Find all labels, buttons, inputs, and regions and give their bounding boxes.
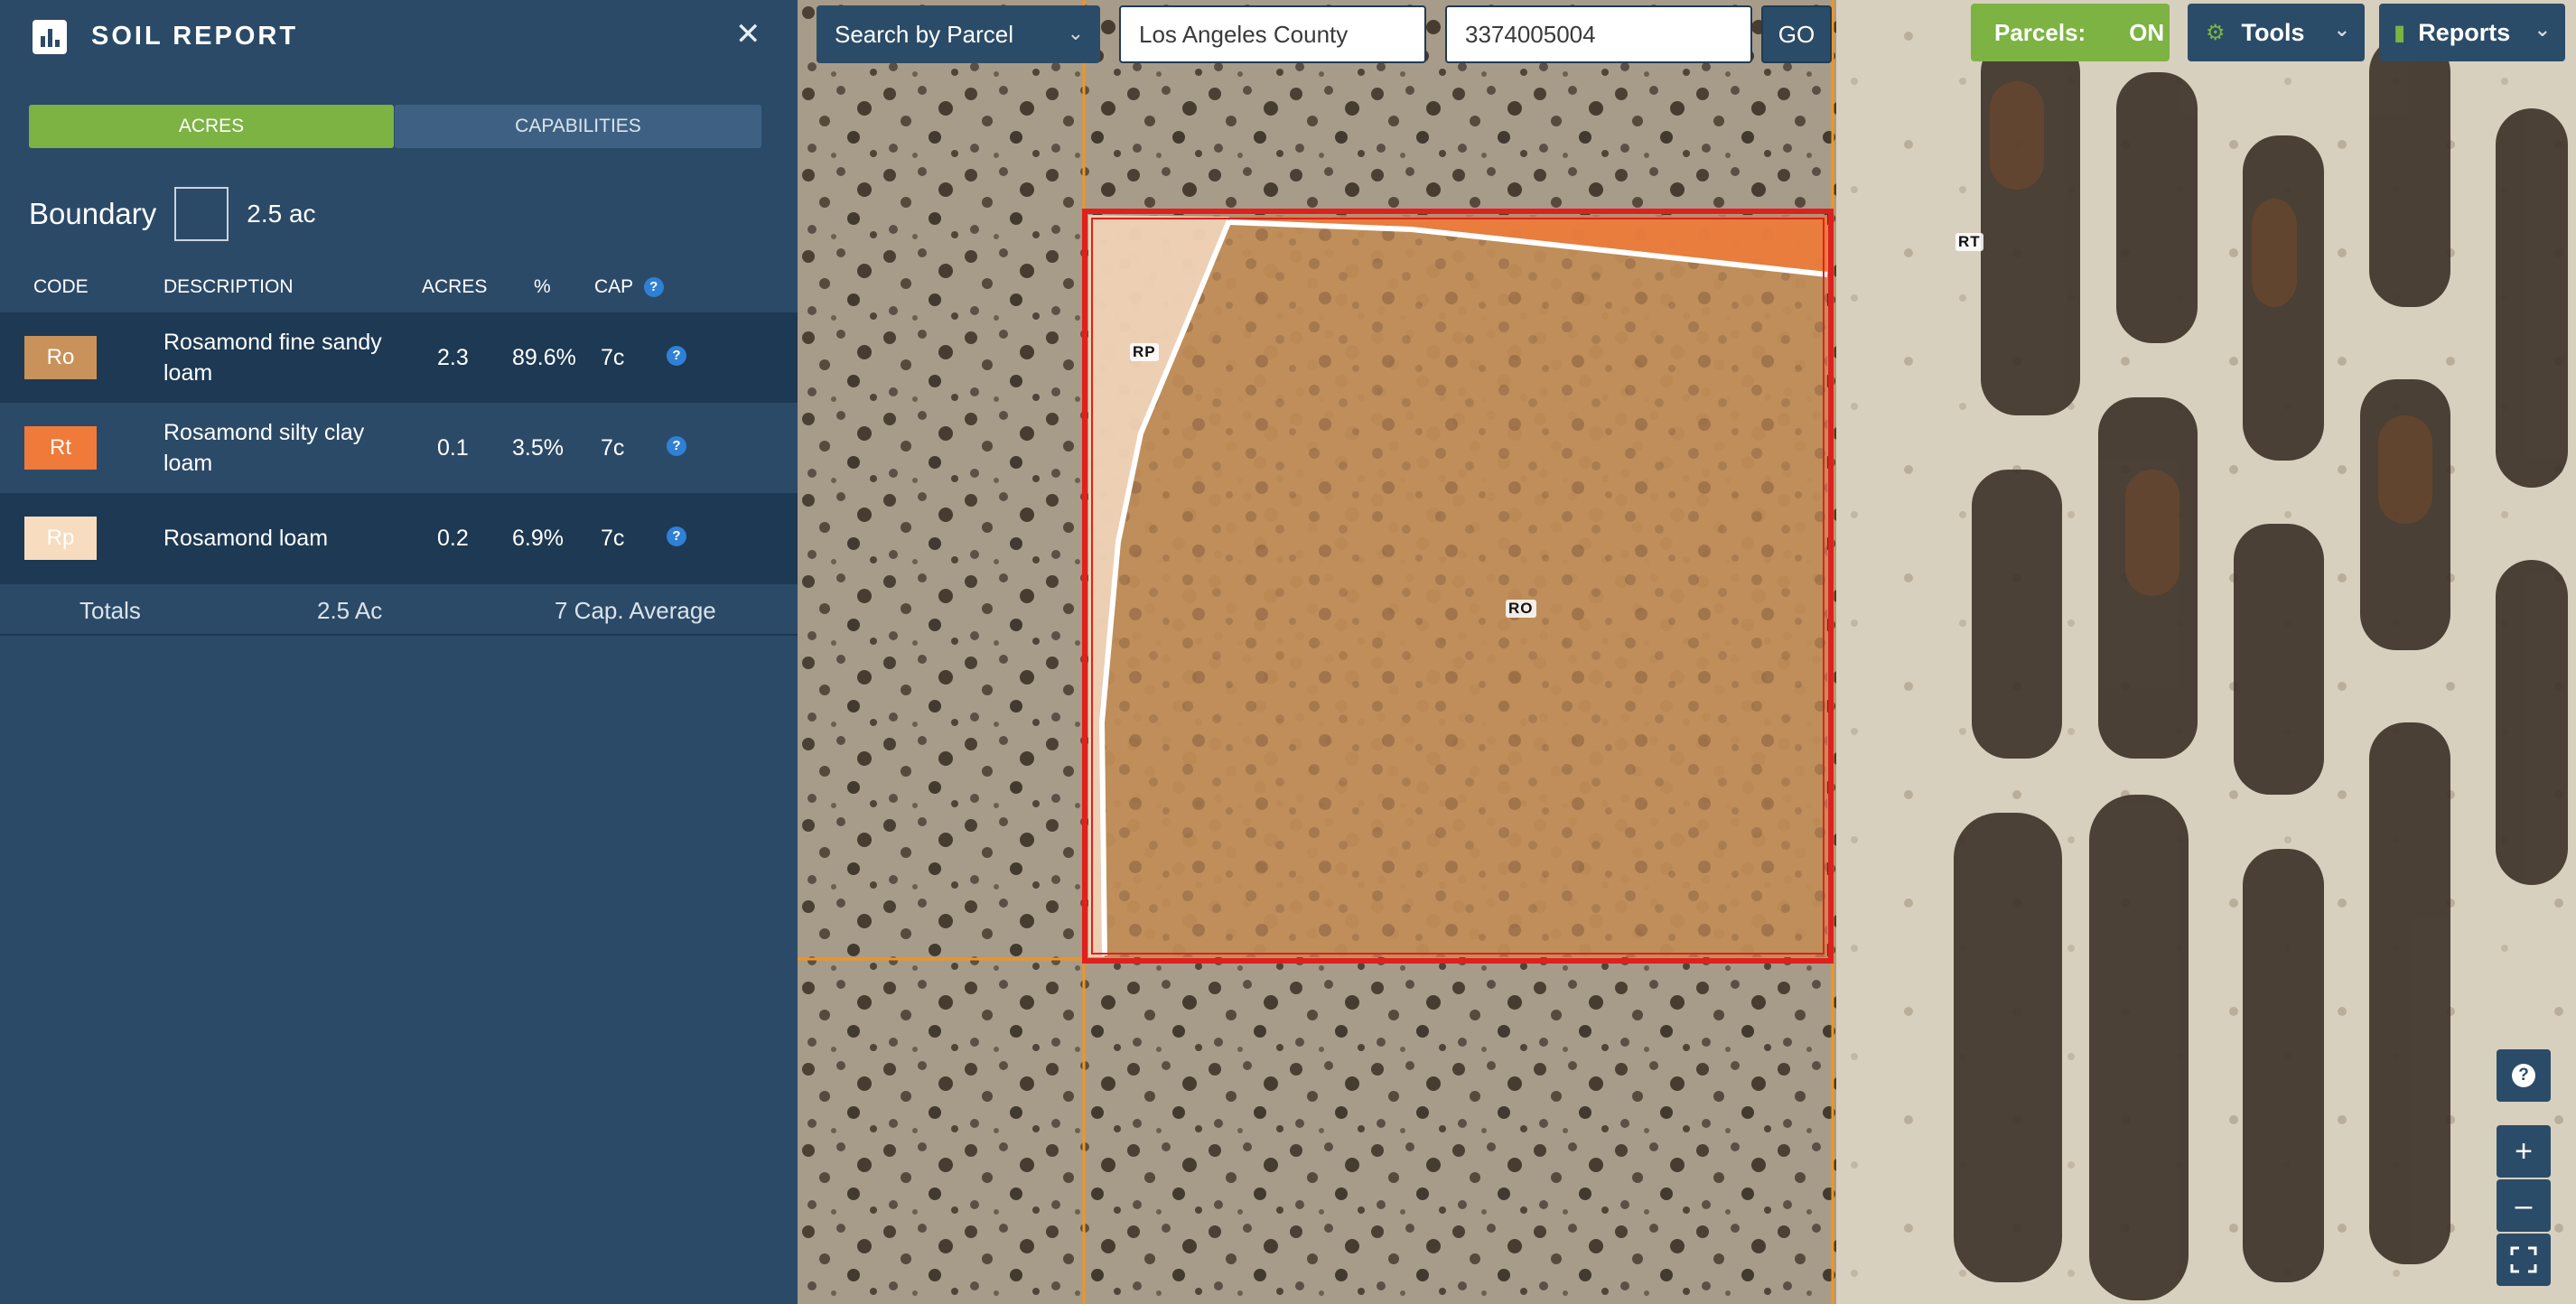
col-header-code: CODE [33, 276, 89, 297]
soil-percent: 89.6% [512, 345, 576, 370]
help-button[interactable]: ? [2497, 1049, 2551, 1102]
report-chart-icon [33, 20, 67, 54]
soil-report-panel: SOIL REPORT ✕ ACRES CAPABILITIES Boundar… [0, 0, 798, 1304]
cap-help-icon[interactable]: ? [643, 277, 664, 297]
parcels-label: Parcels: [1994, 18, 2086, 46]
soil-acres: 0.2 [437, 526, 469, 551]
soil-cap: 7c [601, 435, 625, 461]
panel-title: SOIL REPORT [91, 22, 299, 51]
chevron-down-icon: ⌄ [1067, 22, 1084, 44]
soil-description: Rosamond silty clay loam [163, 420, 365, 476]
tools-label: Tools [2241, 18, 2305, 46]
soil-label-rt: RT [1955, 233, 1983, 251]
table-row[interactable]: Rt Rosamond silty clay loam 0.1 3.5% 7c? [0, 403, 798, 493]
boundary-label: Boundary [29, 197, 157, 230]
gear-icon: ⚙ [2206, 20, 2226, 45]
soil-description: Rosamond loam [163, 526, 329, 551]
map-view[interactable] [798, 0, 2576, 1304]
county-input[interactable]: Los Angeles County [1119, 5, 1426, 63]
col-header-percent: % [534, 276, 551, 297]
parcels-state: ON [2129, 18, 2165, 46]
soil-acres: 2.3 [437, 345, 469, 370]
soil-code-swatch: Rp [24, 517, 97, 560]
zoom-out-button[interactable]: – [2497, 1179, 2551, 1232]
search-mode-select[interactable]: Search by Parcel ⌄ [817, 5, 1100, 63]
parcels-toggle[interactable]: Parcels: ON [1971, 4, 2170, 61]
go-button[interactable]: GO [1761, 5, 1832, 63]
bar-chart-icon: ▮ [2394, 20, 2406, 45]
soil-description: Rosamond fine sandy loam [163, 330, 382, 386]
soil-acres: 0.1 [437, 435, 469, 461]
totals-cap: 7 Cap. Average [555, 597, 716, 624]
totals-acres: 2.5 Ac [317, 597, 383, 624]
soil-code-swatch: Rt [24, 426, 97, 470]
totals-label: Totals [79, 597, 141, 624]
col-header-cap-label: CAP [594, 276, 633, 297]
soil-cap: 7c [601, 526, 625, 551]
soil-help-icon[interactable]: ? [667, 436, 686, 456]
soil-help-icon[interactable]: ? [667, 346, 686, 366]
reports-button[interactable]: ▮ Reports ⌄ [2379, 4, 2565, 61]
reports-label: Reports [2418, 18, 2511, 46]
tab-capabilities[interactable]: CAPABILITIES [395, 105, 761, 148]
soil-code-swatch: Ro [24, 336, 97, 379]
question-icon: ? [2512, 1064, 2535, 1087]
tab-acres[interactable]: ACRES [29, 105, 394, 148]
parcel-number-input[interactable]: 3374005004 [1445, 5, 1752, 63]
close-icon[interactable]: ✕ [735, 16, 761, 52]
soil-help-icon[interactable]: ? [667, 526, 686, 546]
plus-icon: + [2515, 1133, 2533, 1169]
satellite-imagery [798, 0, 2576, 1304]
zoom-in-button[interactable]: + [2497, 1125, 2551, 1178]
col-header-acres: ACRES [422, 276, 488, 297]
fullscreen-icon [2510, 1246, 2537, 1273]
table-row[interactable]: Ro Rosamond fine sandy loam 2.3 89.6% 7c? [0, 312, 798, 403]
soil-cap: 7c [601, 345, 625, 370]
panel-header: SOIL REPORT ✕ [0, 0, 798, 72]
col-header-description: DESCRIPTION [163, 276, 294, 297]
fullscreen-button[interactable] [2497, 1234, 2551, 1286]
boundary-acres: 2.5 ac [247, 200, 316, 228]
search-mode-label: Search by Parcel [835, 20, 1013, 48]
boundary-summary: Boundary 2.5 ac [29, 186, 316, 242]
soil-label-ro: RO [1506, 600, 1536, 618]
soil-label-rp: RP [1130, 343, 1159, 361]
parcel-number-value: 3374005004 [1465, 20, 1596, 48]
chevron-down-icon: ⌄ [2333, 18, 2350, 41]
chevron-down-icon: ⌄ [2534, 18, 2551, 41]
col-header-cap: CAP ? [594, 276, 664, 298]
tools-button[interactable]: ⚙ Tools ⌄ [2188, 4, 2365, 61]
minus-icon: – [2515, 1188, 2533, 1223]
soil-percent: 3.5% [512, 435, 564, 461]
boundary-thumbnail [174, 187, 229, 241]
county-value: Los Angeles County [1139, 20, 1349, 48]
totals-row: Totals 2.5 Ac 7 Cap. Average [0, 583, 798, 636]
table-row[interactable]: Rp Rosamond loam 0.2 6.9% 7c? [0, 493, 798, 583]
soil-percent: 6.9% [512, 526, 564, 551]
